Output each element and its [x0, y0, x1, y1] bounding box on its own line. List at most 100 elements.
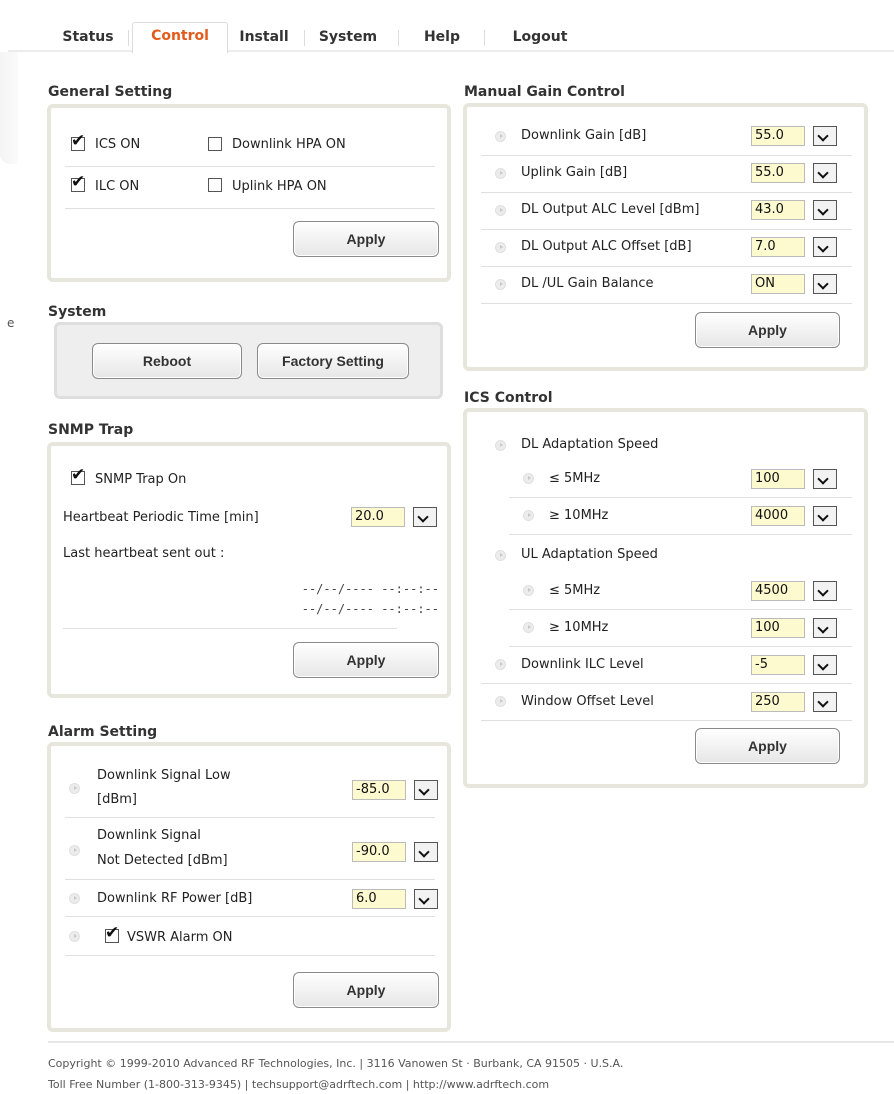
ics-ul-ge10-row: ≥ 10MHz 100 [509, 610, 852, 647]
uplink-hpa-checkbox[interactable] [208, 178, 222, 192]
snmp-trap-title: SNMP Trap [48, 422, 134, 438]
tab-help[interactable]: Help [416, 28, 468, 50]
mgc-row-label: Uplink Gain [dB] [521, 165, 628, 180]
footer-divider [48, 1041, 894, 1043]
chevron-down-icon[interactable] [813, 581, 837, 601]
footer-copyright: Copyright © 1999-2010 Advanced RF Techno… [48, 1057, 624, 1070]
footer-contact: Toll Free Number (1-800-313-9345) | tech… [48, 1078, 550, 1091]
chevron-down-icon[interactable] [813, 618, 837, 638]
manual-gain-control-panel: Downlink Gain [dB] 55.0 Uplink Gain [dB]… [463, 103, 868, 371]
dl-nd-select[interactable]: -90.0 [352, 842, 440, 862]
chevron-down-icon[interactable] [414, 889, 438, 909]
bullet-icon [523, 622, 534, 633]
ul-le5-select[interactable]: 4500 [751, 581, 839, 601]
ul-le5-label: ≤ 5MHz [549, 583, 601, 598]
dl-ge10-select[interactable]: 4000 [751, 506, 839, 526]
ics-dl-ge10-row: ≥ 10MHz 4000 [509, 498, 852, 535]
factory-setting-button[interactable]: Factory Setting [257, 343, 409, 379]
tab-status[interactable]: Status [56, 28, 120, 50]
gain-balance-select[interactable]: ON [751, 274, 839, 294]
alarm-setting-title: Alarm Setting [48, 724, 158, 740]
alarm-apply-button[interactable]: Apply [293, 972, 439, 1008]
chevron-down-icon[interactable] [813, 163, 837, 183]
chevron-down-icon[interactable] [813, 237, 837, 257]
alarm-row-dl-rf: Downlink RF Power [dB] 6.0 [65, 880, 438, 917]
stray-text: e [7, 316, 15, 330]
dl-ge10-label: ≥ 10MHz [549, 508, 609, 523]
chevron-down-icon[interactable] [414, 842, 438, 862]
downlink-hpa-checkbox[interactable] [208, 137, 222, 151]
dl-rf-value: 6.0 [352, 889, 406, 909]
bullet-icon [69, 931, 80, 942]
chevron-down-icon[interactable] [813, 126, 837, 146]
system-panel: Reboot Factory Setting [54, 322, 443, 399]
ics-dl-speed-row: DL Adaptation Speed [481, 430, 852, 460]
tab-control[interactable]: Control [132, 22, 228, 53]
chevron-down-icon[interactable] [813, 506, 837, 526]
alc-level-value: 43.0 [751, 200, 805, 220]
left-edge-decoration [0, 52, 18, 164]
mgc-row-label: DL Output ALC Level [dBm] [521, 202, 700, 217]
alc-level-select[interactable]: 43.0 [751, 200, 839, 220]
mgc-row-label: DL /UL Gain Balance [521, 276, 654, 291]
uplink-hpa-label: Uplink HPA ON [232, 179, 327, 194]
bullet-icon [495, 696, 506, 707]
chevron-down-icon[interactable] [813, 692, 837, 712]
uplink-gain-select[interactable]: 55.0 [751, 163, 839, 183]
dl-low-select[interactable]: -85.0 [352, 780, 440, 800]
mgc-apply-button[interactable]: Apply [695, 312, 840, 348]
window-offset-value: 250 [751, 692, 805, 712]
bullet-icon [495, 440, 506, 451]
dl-ilc-select[interactable]: -5 [751, 655, 839, 675]
chevron-down-icon[interactable] [813, 274, 837, 294]
last-heartbeat-time-1: --/--/---- --:--:-- [301, 582, 439, 596]
alc-offset-select[interactable]: 7.0 [751, 237, 839, 257]
chevron-down-icon[interactable] [813, 655, 837, 675]
mgc-row-label: Downlink Gain [dB] [521, 128, 647, 143]
dl-low-value: -85.0 [352, 780, 406, 800]
ics-on-label: ICS ON [95, 137, 141, 152]
snmp-apply-button[interactable]: Apply [293, 642, 439, 678]
ilc-on-checkbox[interactable]: ✔ [71, 174, 85, 192]
downlink-gain-select[interactable]: 55.0 [751, 126, 839, 146]
ics-control-panel: DL Adaptation Speed ≤ 5MHz 100 ≥ 10MHz 4… [463, 408, 868, 788]
vswr-checkbox[interactable]: ✔ [105, 925, 119, 943]
ics-dl-ilc-row: Downlink ILC Level -5 [481, 647, 852, 684]
bullet-icon [69, 893, 80, 904]
window-offset-label: Window Offset Level [521, 694, 654, 709]
system-title: System [48, 304, 107, 320]
window-offset-select[interactable]: 250 [751, 692, 839, 712]
dl-nd-label-line2: Not Detected [dBm] [97, 853, 228, 868]
ul-ge10-value: 100 [751, 618, 805, 638]
tab-logout[interactable]: Logout [504, 28, 576, 50]
alarm-setting-panel: Downlink Signal Low [dBm] -85.0 Downlink… [47, 742, 451, 1032]
ul-ge10-label: ≥ 10MHz [549, 620, 609, 635]
general-setting-panel: ✔ ICS ON Downlink HPA ON ✔ ILC ON Uplink… [47, 104, 451, 282]
reboot-button[interactable]: Reboot [92, 343, 242, 379]
general-apply-button[interactable]: Apply [293, 221, 439, 257]
snmp-trap-row: ✔ SNMP Trap On [65, 467, 435, 492]
heartbeat-select[interactable]: 20.0 [351, 507, 439, 527]
chevron-down-icon[interactable] [414, 780, 438, 800]
tab-separator [398, 30, 399, 46]
dl-le5-select[interactable]: 100 [751, 469, 839, 489]
ul-ge10-select[interactable]: 100 [751, 618, 839, 638]
ilc-on-label: ILC ON [95, 179, 140, 194]
ics-apply-button[interactable]: Apply [695, 728, 840, 764]
tab-install[interactable]: Install [234, 28, 294, 50]
ics-ul-speed-row: UL Adaptation Speed [481, 540, 852, 570]
mgc-row: DL Output ALC Level [dBm] 43.0 [481, 193, 852, 230]
chevron-down-icon[interactable] [813, 200, 837, 220]
dl-rf-select[interactable]: 6.0 [352, 889, 440, 909]
dl-le5-label: ≤ 5MHz [549, 471, 601, 486]
tab-system[interactable]: System [314, 28, 382, 50]
chevron-down-icon[interactable] [813, 469, 837, 489]
dl-ilc-label: Downlink ILC Level [521, 657, 644, 672]
tab-separator [128, 30, 129, 46]
bullet-icon [495, 242, 506, 253]
snmp-trap-checkbox[interactable]: ✔ [71, 467, 85, 485]
dl-nd-value: -90.0 [352, 842, 406, 862]
ics-ul-le5-row: ≤ 5MHz 4500 [509, 573, 852, 610]
ics-on-checkbox[interactable]: ✔ [71, 133, 85, 151]
chevron-down-icon[interactable] [413, 507, 437, 527]
